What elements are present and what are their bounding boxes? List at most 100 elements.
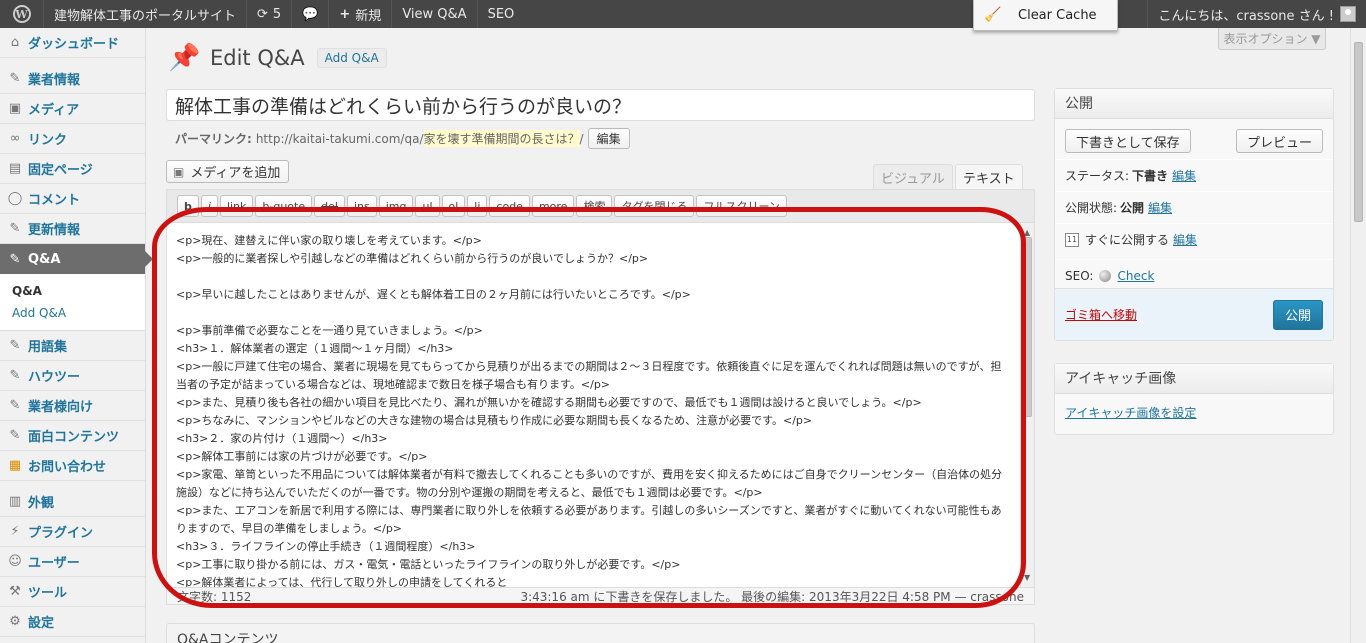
save-draft-button[interactable]: 下書きとして保存 <box>1065 129 1191 153</box>
clear-cache-label: Clear Cache <box>1018 7 1097 23</box>
sidebar-item-glossary[interactable]: ✎ 用語集 <box>0 331 145 361</box>
qt-more-button[interactable]: more <box>531 195 575 217</box>
submenu-item-add-qa[interactable]: Add Q&A <box>12 302 145 324</box>
sidebar-item-dashboard[interactable]: ⌂ ダッシュボード <box>0 28 145 58</box>
sidebar-item-contact[interactable]: ▦ お問い合わせ <box>0 451 145 481</box>
content-textarea[interactable]: <p>現在、建替えに伴い家の取り壊しを考えています。</p> <p>一般的に業者… <box>167 223 1034 588</box>
pin-icon: ✎ <box>9 368 21 383</box>
sidebar-item-media[interactable]: ▣ メディア <box>0 94 145 124</box>
comment-icon: ◯ <box>7 191 23 206</box>
page-scroll-thumb[interactable] <box>1354 42 1363 222</box>
qt-del-button[interactable]: del <box>314 195 345 217</box>
seo-row: SEO: Check <box>1055 259 1333 291</box>
sidebar-item-label: ダッシュボード <box>28 37 120 52</box>
qt-li-button[interactable]: li <box>467 195 488 217</box>
comment-bubble-icon: 💬 <box>302 6 319 22</box>
sidebar-item-users[interactable]: ☺ ユーザー <box>0 547 145 577</box>
page-title: Edit Q&A <box>210 46 305 70</box>
sidebar-item-label: 更新情報 <box>28 223 81 238</box>
qt-blockquote-button[interactable]: b-quote <box>255 195 313 217</box>
publish-button[interactable]: 公開 <box>1273 299 1323 330</box>
edit-visibility-link[interactable]: 編集 <box>1148 199 1172 216</box>
qt-search-button[interactable]: 検索 <box>576 195 613 217</box>
sidebar-item-fun-content[interactable]: ✎ 面白コンテンツ <box>0 421 145 451</box>
wordpress-logo-icon[interactable]: W <box>0 0 44 28</box>
sidebar-item-label: リンク <box>28 133 68 148</box>
submenu-item-qa[interactable]: Q&A <box>12 280 145 302</box>
refresh-icon: ⟳ <box>257 6 268 22</box>
status-row: ステータス: 下書き 編集 <box>1055 159 1333 191</box>
qt-code-button[interactable]: code <box>489 195 530 217</box>
qt-ul-button[interactable]: ul <box>415 195 440 217</box>
qt-link-button[interactable]: link <box>219 195 254 217</box>
qt-fullscreen-button[interactable]: フルスクリーン <box>696 195 787 217</box>
sidebar-item-updates-info[interactable]: ✎ 更新情報 <box>0 214 145 244</box>
avatar <box>1340 6 1356 22</box>
tools-icon: ⚒ <box>9 584 21 599</box>
pin-icon: ✎ <box>9 251 21 267</box>
view-qa-link[interactable]: View Q&A <box>392 0 478 28</box>
editor-line: <p>また、見積り後も各社の細かい項目を見比べたり、漏れが無いかを確認する期間も… <box>176 396 922 409</box>
sidebar-item-tools[interactable]: ⚒ ツール <box>0 577 145 607</box>
edit-status-link[interactable]: 編集 <box>1172 167 1196 184</box>
preview-button[interactable]: プレビュー <box>1235 129 1323 153</box>
sidebar-item-label: お問い合わせ <box>28 460 107 475</box>
updates-link[interactable]: ⟳ 5 <box>247 0 293 28</box>
sidebar-item-label: ハウツー <box>28 370 81 385</box>
sidebar-item-comments[interactable]: ◯ コメント <box>0 184 145 214</box>
seo-menu-link[interactable]: SEO <box>478 0 525 28</box>
qt-italic-button[interactable]: i <box>200 195 218 217</box>
edit-permalink-button[interactable]: 編集 <box>587 128 630 149</box>
sidebar-item-label: 業者情報 <box>28 73 81 88</box>
sidebar-item-label: 固定ページ <box>28 163 93 178</box>
page-scrollbar[interactable] <box>1350 28 1366 643</box>
add-new-qa-button[interactable]: Add Q&A <box>316 48 387 68</box>
new-content-link[interactable]: + 新規 <box>329 0 393 28</box>
qt-ins-button[interactable]: ins <box>346 195 377 217</box>
tab-visual[interactable]: ビジュアル <box>873 164 953 189</box>
editor-line: <p>現在、建替えに伴い家の取り壊しを考えています。</p> <box>176 234 482 247</box>
qt-close-tags-button[interactable]: タグを閉じる <box>614 195 695 217</box>
sidebar-item-for-vendors[interactable]: ✎ 業者様向け <box>0 391 145 421</box>
add-media-button[interactable]: ▣ メディアを追加 <box>166 160 289 183</box>
seo-label: SEO: <box>1065 268 1094 283</box>
screen-options-button[interactable]: 表示オプション ▼ <box>1218 28 1326 50</box>
plus-icon: + <box>339 6 351 22</box>
qt-bold-button[interactable]: b <box>177 195 199 217</box>
tab-text[interactable]: テキスト <box>955 164 1023 189</box>
qt-ol-button[interactable]: ol <box>441 195 466 217</box>
scroll-down-arrow-icon[interactable]: ▼ <box>1024 569 1030 587</box>
sidebar-item-label: プラグイン <box>28 526 94 541</box>
set-featured-image-link[interactable]: アイキャッチ画像を設定 <box>1055 394 1333 431</box>
editor-line: <p>一般的に業者探しや引越しなどの準備はどれくらい前から行うのが良いでしょうか… <box>176 252 649 265</box>
move-to-trash-link[interactable]: ゴミ箱へ移動 <box>1065 306 1137 323</box>
site-name-link[interactable]: 建物解体工事のポータルサイト <box>44 0 248 28</box>
edit-schedule-link[interactable]: 編集 <box>1173 231 1197 248</box>
seo-check-link[interactable]: Check <box>1117 269 1154 283</box>
sidebar-item-links[interactable]: ∞ リンク <box>0 124 145 154</box>
sidebar-item-plugins[interactable]: ⚡ プラグイン <box>0 517 145 547</box>
editor-scroll-thumb[interactable] <box>1023 237 1032 417</box>
updates-count: 5 <box>272 6 282 22</box>
permalink-suffix: / <box>579 131 584 146</box>
clear-cache-button[interactable]: 🧹 Clear Cache <box>973 0 1118 31</box>
sidebar-item-label: 外観 <box>28 496 55 511</box>
permalink-slug[interactable]: 家を壊す準備期間の長さは？ <box>423 130 580 147</box>
comments-link[interactable]: 💬 <box>292 0 330 28</box>
qt-img-button[interactable]: img <box>378 195 414 217</box>
sidebar-item-vendor-info[interactable]: ✎ 業者情報 <box>0 64 145 94</box>
sidebar-item-pages[interactable]: ▤ 固定ページ <box>0 154 145 184</box>
pin-icon: ✎ <box>9 71 21 86</box>
pin-icon: ✎ <box>9 221 21 236</box>
sidebar-item-howto[interactable]: ✎ ハウツー <box>0 361 145 391</box>
settings-icon: ⚙ <box>9 614 21 629</box>
publish-box-title: 公開 <box>1055 89 1333 119</box>
editor-scrollbar[interactable]: ▲ ▼ <box>1020 223 1034 588</box>
post-title-input[interactable]: 解体工事の準備はどれくらい前から行うのが良いの？ <box>166 89 1035 121</box>
my-account-link[interactable]: こんにちは、crassone さん ! <box>1147 0 1366 28</box>
sidebar-item-appearance[interactable]: ▥ 外観 <box>0 487 145 517</box>
sidebar-item-qa[interactable]: ✎ Q&A <box>0 244 153 274</box>
sidebar-item-settings[interactable]: ⚙ 設定 <box>0 607 145 637</box>
visibility-value: 公開 <box>1120 201 1145 215</box>
